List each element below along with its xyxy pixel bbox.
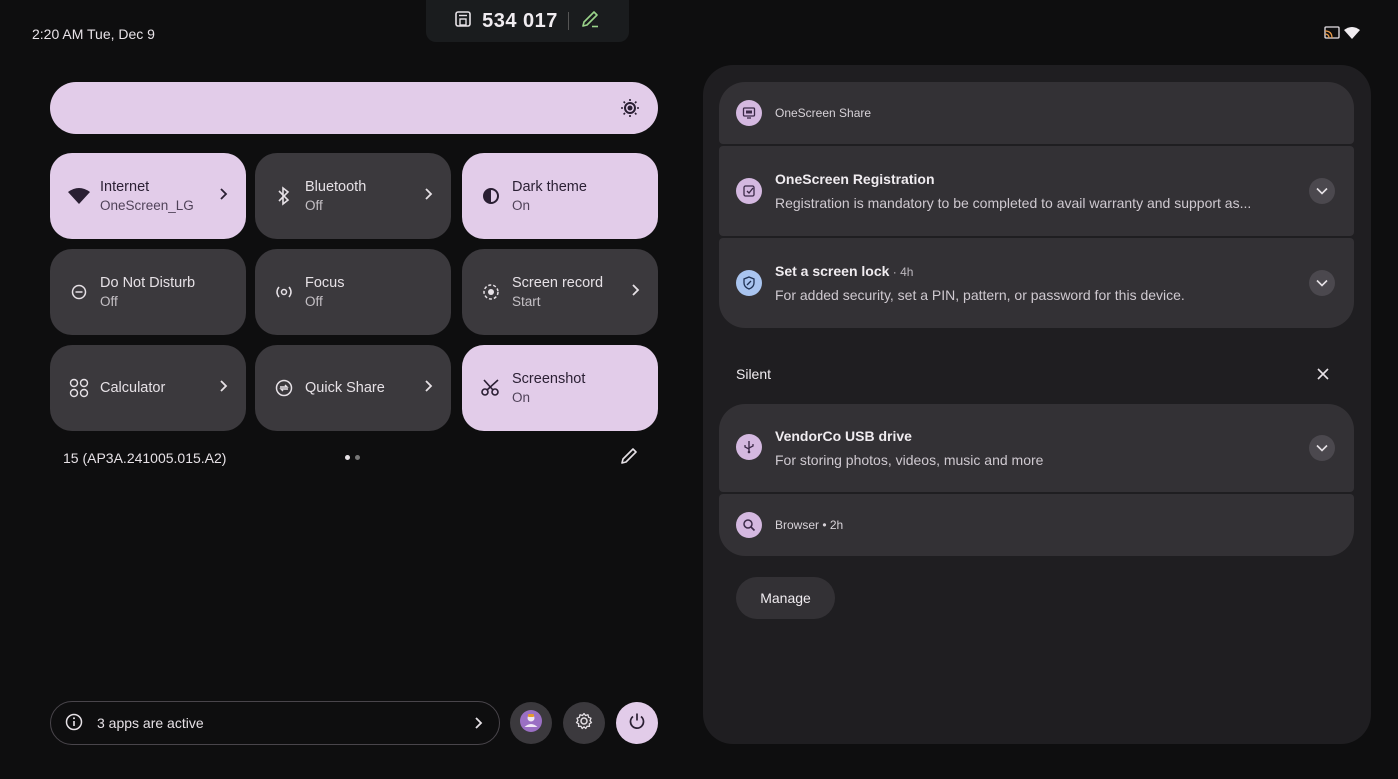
tile-label: Bluetooth — [305, 179, 367, 195]
annotate-pen-icon[interactable] — [579, 8, 601, 35]
tile-sublabel: OneScreen_LG — [100, 198, 194, 213]
page-indicator — [345, 455, 360, 460]
chevron-right-icon — [630, 283, 640, 302]
usb-icon — [736, 434, 762, 460]
screen-record-icon — [480, 281, 502, 303]
notification-browser[interactable]: Browser • 2h — [719, 494, 1354, 556]
tile-sublabel: Start — [512, 294, 541, 309]
user-switcher-button[interactable] — [510, 702, 552, 744]
tile-label: Screenshot — [512, 371, 586, 387]
tile-bluetooth[interactable]: Bluetooth Off — [255, 153, 451, 239]
notification-app-name: Browser • 2h — [775, 518, 844, 532]
chevron-right-icon — [218, 379, 228, 398]
tile-sublabel: On — [512, 198, 531, 213]
tile-screenshot[interactable]: Screenshot On — [462, 345, 658, 431]
tile-calculator[interactable]: Calculator — [50, 345, 246, 431]
notification-time: · 4h — [889, 265, 914, 279]
manage-button[interactable]: Manage — [736, 577, 835, 619]
active-apps-label: 3 apps are active — [97, 715, 204, 731]
tile-sublabel: Off — [100, 294, 118, 309]
shield-icon — [736, 270, 762, 296]
status-icons — [1324, 26, 1360, 45]
tile-sublabel: On — [512, 390, 531, 405]
tile-label: Do Not Disturb — [100, 275, 196, 291]
gear-icon — [575, 712, 593, 735]
meeting-room-icon — [454, 10, 472, 33]
silent-section-header: Silent — [736, 366, 772, 382]
active-apps-button[interactable]: 3 apps are active — [50, 701, 500, 745]
notification-body: For added security, set a PIN, pattern, … — [775, 287, 1185, 303]
user-avatar-icon — [519, 709, 543, 738]
focus-icon — [273, 281, 295, 303]
tile-label: Quick Share — [305, 380, 385, 396]
notification-body: For storing photos, videos, music and mo… — [775, 452, 1044, 468]
quick-share-icon — [273, 377, 295, 399]
brightness-slider[interactable] — [50, 82, 658, 134]
power-button[interactable] — [616, 702, 658, 744]
notification-body: Registration is mandatory to be complete… — [775, 195, 1252, 211]
power-icon — [628, 712, 646, 735]
tile-label: Calculator — [100, 380, 166, 396]
tile-screen-record[interactable]: Screen record Start — [462, 249, 658, 335]
notification-title: Set a screen lock · 4h — [775, 263, 914, 279]
meeting-code-pill[interactable]: 534 017 — [426, 0, 629, 42]
chevron-right-icon — [473, 716, 483, 733]
info-icon — [65, 713, 83, 734]
notification-onescreen-registration[interactable]: OneScreen Registration Registration is m… — [719, 146, 1354, 236]
tile-label: Dark theme — [512, 179, 587, 195]
expand-chevron-icon[interactable] — [1309, 270, 1335, 296]
notification-app-name: OneScreen Share — [775, 106, 872, 120]
edit-tiles-icon[interactable] — [620, 447, 638, 470]
tile-label: Internet — [100, 179, 150, 195]
search-icon — [736, 512, 762, 538]
chevron-right-icon — [218, 187, 228, 206]
chevron-right-icon — [423, 187, 433, 206]
brightness-icon — [620, 98, 640, 123]
expand-chevron-icon[interactable] — [1309, 178, 1335, 204]
tile-sublabel: Off — [305, 294, 323, 309]
notification-screen-lock[interactable]: Set a screen lock · 4h For added securit… — [719, 238, 1354, 328]
chevron-right-icon — [423, 379, 433, 398]
meeting-code: 534 017 — [482, 9, 558, 32]
close-icon[interactable] — [1315, 366, 1331, 387]
divider — [567, 12, 569, 30]
wifi-icon — [68, 185, 90, 207]
tile-quick-share[interactable]: Quick Share — [255, 345, 451, 431]
settings-button[interactable] — [563, 702, 605, 744]
tile-label: Screen record — [512, 275, 604, 291]
expand-chevron-icon[interactable] — [1309, 435, 1335, 461]
tile-internet[interactable]: Internet OneScreen_LG — [50, 153, 246, 239]
notification-usb-drive[interactable]: VendorCo USB drive For storing photos, v… — [719, 404, 1354, 492]
calculator-icon — [68, 377, 90, 399]
contrast-icon — [480, 185, 502, 207]
scissors-icon — [480, 377, 502, 399]
notification-title: OneScreen Registration — [775, 171, 935, 187]
bluetooth-icon — [273, 185, 295, 207]
build-number: 15 (AP3A.241005.015.A2) — [63, 450, 227, 466]
tile-do-not-disturb[interactable]: Do Not Disturb Off — [50, 249, 246, 335]
wifi-status-icon — [1344, 26, 1360, 45]
tile-label: Focus — [305, 275, 345, 291]
registration-icon — [736, 178, 762, 204]
onescreen-share-icon — [736, 100, 762, 126]
do-not-disturb-icon — [68, 281, 90, 303]
tile-focus[interactable]: Focus Off — [255, 249, 451, 335]
tile-dark-theme[interactable]: Dark theme On — [462, 153, 658, 239]
cast-icon — [1324, 26, 1340, 45]
notification-title: VendorCo USB drive — [775, 428, 912, 444]
status-time-date: 2:20 AM Tue, Dec 9 — [32, 26, 155, 42]
tile-sublabel: Off — [305, 198, 323, 213]
notification-onescreen-share[interactable]: OneScreen Share — [719, 82, 1354, 144]
